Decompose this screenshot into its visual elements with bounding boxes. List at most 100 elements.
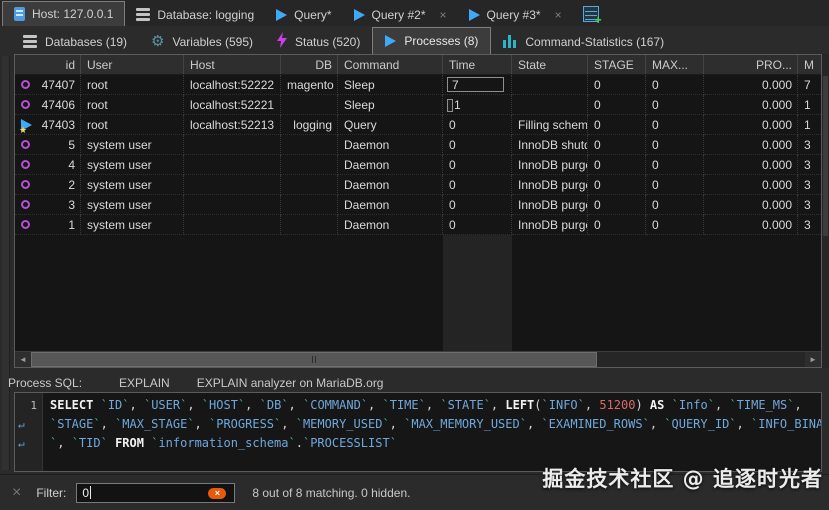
cell-user[interactable]: system user bbox=[81, 215, 184, 235]
cell-stage[interactable]: 0 bbox=[588, 195, 646, 215]
scroll-left-arrow-icon[interactable] bbox=[15, 352, 31, 367]
cell-user[interactable]: system user bbox=[81, 195, 184, 215]
cell-db[interactable]: logging bbox=[281, 115, 338, 135]
cell-state[interactable]: InnoDB purge wor... bbox=[512, 155, 588, 175]
cell-stage[interactable]: 0 bbox=[588, 115, 646, 135]
column-header-host[interactable]: Host bbox=[184, 55, 281, 74]
scrollbar-thumb[interactable] bbox=[31, 352, 597, 367]
cell-user[interactable]: system user bbox=[81, 175, 184, 195]
cell-state[interactable]: InnoDB purge wor... bbox=[512, 195, 588, 215]
cell-time[interactable]: 1 bbox=[443, 95, 512, 115]
cell-command[interactable]: Daemon bbox=[338, 155, 443, 175]
cell-stage[interactable]: 0 bbox=[588, 215, 646, 235]
cell-host[interactable] bbox=[184, 215, 281, 235]
cell-command[interactable]: Sleep bbox=[338, 95, 443, 115]
cell-user[interactable]: root bbox=[81, 75, 184, 95]
cell-progress[interactable]: 0.000 bbox=[704, 95, 798, 115]
cell-progress[interactable]: 0.000 bbox=[704, 175, 798, 195]
cell-db[interactable] bbox=[281, 155, 338, 175]
cell-command[interactable]: Daemon bbox=[338, 175, 443, 195]
column-header-user[interactable]: User bbox=[81, 55, 184, 74]
cell-user[interactable]: system user bbox=[81, 155, 184, 175]
cell-command[interactable]: Daemon bbox=[338, 135, 443, 155]
cell-user[interactable]: root bbox=[81, 115, 184, 135]
cell-mem[interactable]: 1 bbox=[798, 95, 822, 115]
cell-max[interactable]: 0 bbox=[646, 155, 704, 175]
cell-progress[interactable]: 0.000 bbox=[704, 135, 798, 155]
cell-db[interactable] bbox=[281, 195, 338, 215]
cell-stage[interactable]: 0 bbox=[588, 95, 646, 115]
cell-state[interactable] bbox=[512, 95, 588, 115]
process-row[interactable]: 1system userDaemon0InnoDB purge coor...0… bbox=[15, 215, 821, 235]
cell-id[interactable]: 47407 bbox=[15, 75, 81, 95]
cell-state[interactable]: InnoDB shutdown ... bbox=[512, 135, 588, 155]
cell-db[interactable] bbox=[281, 175, 338, 195]
cell-time[interactable]: 0 bbox=[443, 115, 512, 135]
filter-clear-button[interactable]: × bbox=[208, 488, 226, 499]
cell-stage[interactable]: 0 bbox=[588, 155, 646, 175]
new-query-tab-button[interactable] bbox=[583, 6, 599, 22]
sub-tab-variables-595[interactable]: ⚙Variables (595) bbox=[139, 29, 265, 54]
cell-state[interactable]: Filling schema table bbox=[512, 115, 588, 135]
vertical-scrollbar-thumb[interactable] bbox=[823, 76, 828, 236]
cell-user[interactable]: root bbox=[81, 95, 184, 115]
cell-max[interactable]: 0 bbox=[646, 75, 704, 95]
main-tab-query-3[interactable]: Query #3*× bbox=[458, 3, 573, 26]
column-header-max[interactable]: MAX... bbox=[646, 55, 704, 74]
cell-command[interactable]: Daemon bbox=[338, 195, 443, 215]
process-row[interactable]: 47406rootlocalhost:52221Sleep1000.0001 bbox=[15, 95, 821, 115]
process-row[interactable]: 3system userDaemon0InnoDB purge wor...00… bbox=[15, 195, 821, 215]
cell-max[interactable]: 0 bbox=[646, 215, 704, 235]
cell-mem[interactable]: 1 bbox=[798, 115, 822, 135]
cell-progress[interactable]: 0.000 bbox=[704, 215, 798, 235]
cell-max[interactable]: 0 bbox=[646, 175, 704, 195]
main-tab-query-2[interactable]: Query #2*× bbox=[343, 3, 458, 26]
cell-progress[interactable]: 0.000 bbox=[704, 115, 798, 135]
column-header-command[interactable]: Command bbox=[338, 55, 443, 74]
sub-tab-command-statistics-167[interactable]: Command-Statistics (167) bbox=[491, 29, 676, 54]
process-row[interactable]: 4system userDaemon0InnoDB purge wor...00… bbox=[15, 155, 821, 175]
cell-mem[interactable]: 3 bbox=[798, 175, 822, 195]
cell-mem[interactable]: 7 bbox=[798, 75, 822, 95]
cell-host[interactable]: localhost:52221 bbox=[184, 95, 281, 115]
cell-db[interactable]: magento bbox=[281, 75, 338, 95]
filter-input[interactable]: 0 × bbox=[76, 483, 235, 503]
cell-state[interactable]: InnoDB purge coor... bbox=[512, 215, 588, 235]
process-row[interactable]: 2system userDaemon0InnoDB purge wor...00… bbox=[15, 175, 821, 195]
cell-command[interactable]: Sleep bbox=[338, 75, 443, 95]
cell-max[interactable]: 0 bbox=[646, 195, 704, 215]
cell-time[interactable]: 0 bbox=[443, 155, 512, 175]
sub-tab-status-520[interactable]: Status (520) bbox=[265, 29, 372, 54]
cell-max[interactable]: 0 bbox=[646, 135, 704, 155]
cell-stage[interactable]: 0 bbox=[588, 75, 646, 95]
cell-mem[interactable]: 3 bbox=[798, 135, 822, 155]
sql-editor[interactable]: 1↵↵ SELECT `ID`, `USER`, `HOST`, `DB`, `… bbox=[14, 392, 822, 472]
cell-id[interactable]: ★47403 bbox=[15, 115, 81, 135]
column-header-state[interactable]: State bbox=[512, 55, 588, 74]
cell-state[interactable] bbox=[512, 75, 588, 95]
cell-time[interactable]: 0 bbox=[443, 195, 512, 215]
cell-user[interactable]: system user bbox=[81, 135, 184, 155]
sub-tab-databases-19[interactable]: Databases (19) bbox=[11, 29, 139, 54]
column-header-db[interactable]: DB bbox=[281, 55, 338, 74]
cell-command[interactable]: Daemon bbox=[338, 215, 443, 235]
cell-max[interactable]: 0 bbox=[646, 95, 704, 115]
cell-state[interactable]: InnoDB purge wor... bbox=[512, 175, 588, 195]
column-header-mem[interactable]: M bbox=[798, 55, 822, 74]
process-row[interactable]: 5system userDaemon0InnoDB shutdown ...00… bbox=[15, 135, 821, 155]
cell-id[interactable]: 5 bbox=[15, 135, 81, 155]
main-tab-query[interactable]: Query* bbox=[265, 3, 342, 26]
close-icon[interactable]: × bbox=[555, 8, 562, 22]
cell-id[interactable]: 4 bbox=[15, 155, 81, 175]
column-header-progress[interactable]: PRO... bbox=[704, 55, 798, 74]
cell-mem[interactable]: 3 bbox=[798, 155, 822, 175]
cell-host[interactable] bbox=[184, 175, 281, 195]
main-tab-database-logging[interactable]: Database: logging bbox=[125, 3, 265, 26]
cell-time[interactable]: 0 bbox=[443, 175, 512, 195]
cell-db[interactable] bbox=[281, 135, 338, 155]
cell-max[interactable]: 0 bbox=[646, 115, 704, 135]
explain-link[interactable]: EXPLAIN bbox=[119, 376, 170, 390]
main-tab-host-127-0-0-1[interactable]: Host: 127.0.0.1 bbox=[2, 1, 125, 26]
cell-host[interactable] bbox=[184, 195, 281, 215]
horizontal-scrollbar[interactable] bbox=[15, 351, 821, 367]
